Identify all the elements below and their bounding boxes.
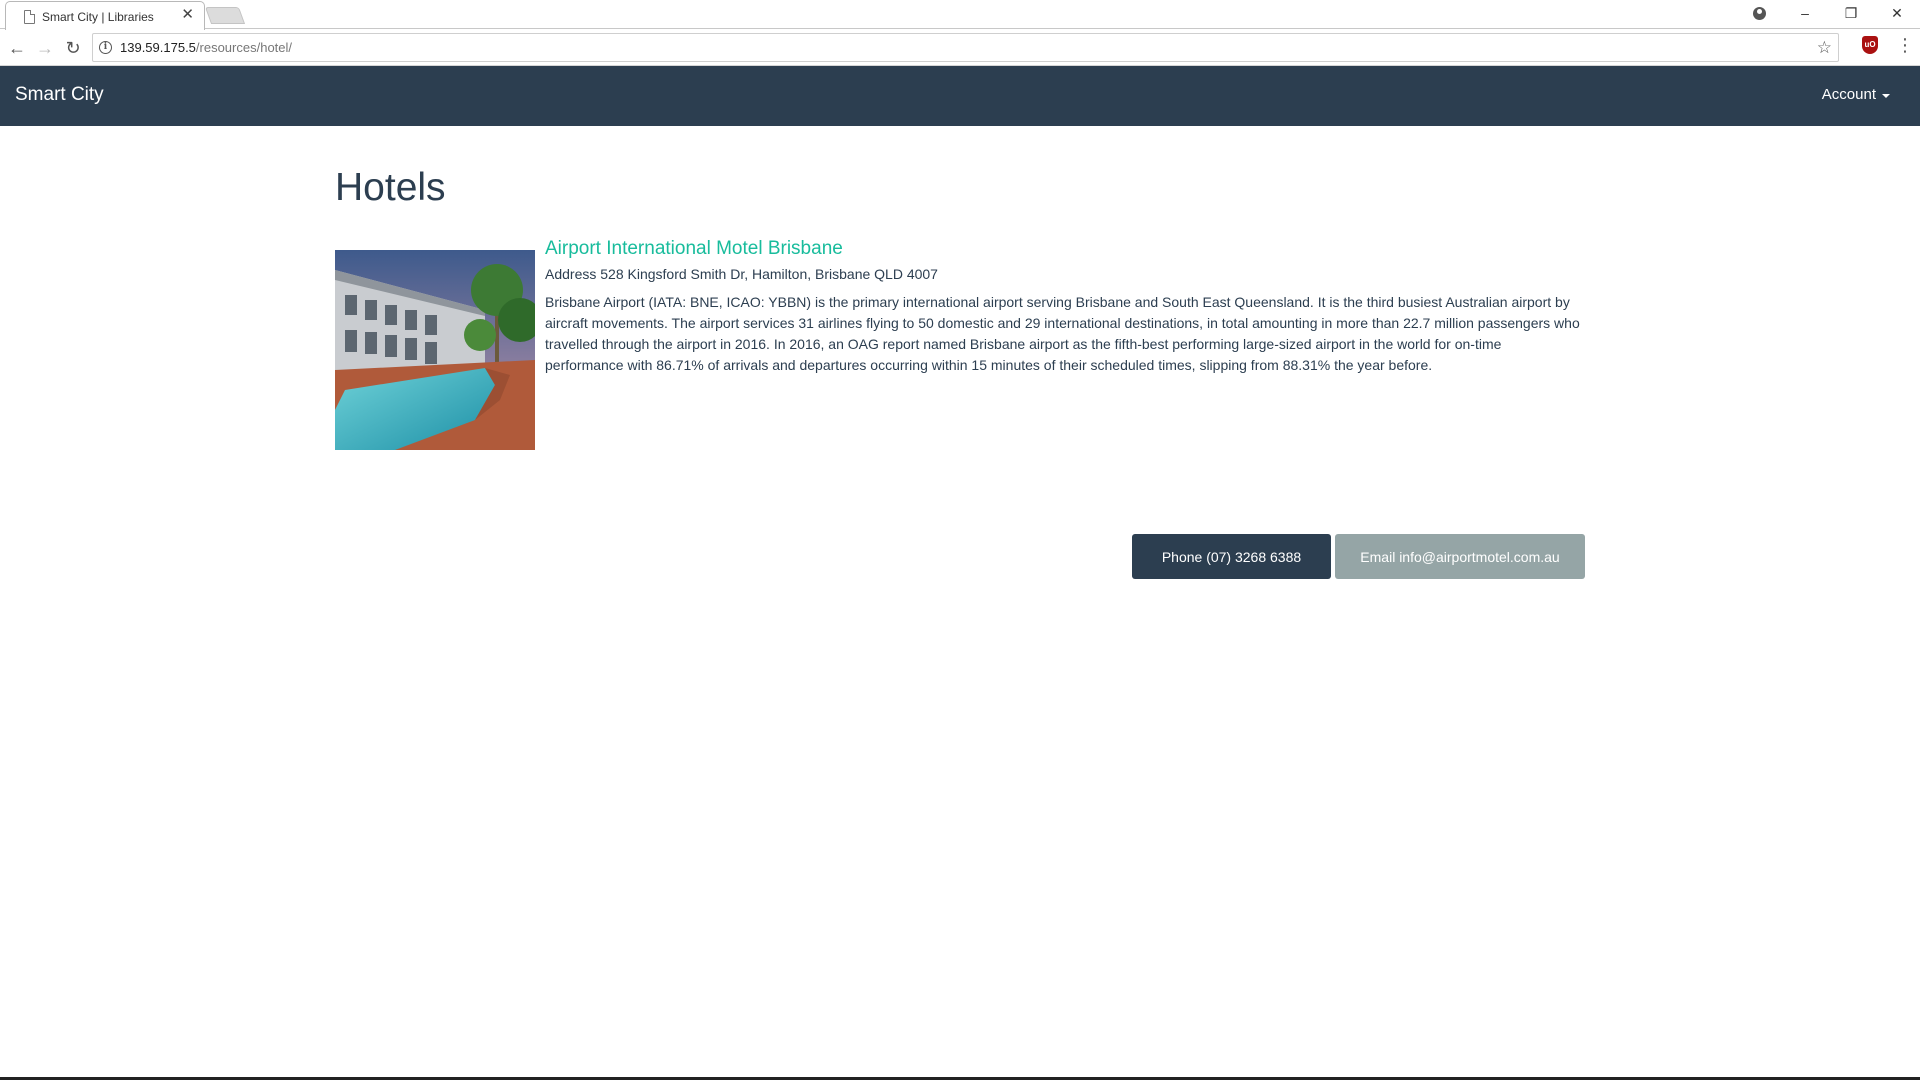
hotel-actions: Phone (07) 3268 6388 Email info@airportm… <box>1132 534 1585 579</box>
url-host: 139.59.175.5 <box>120 40 196 55</box>
hotel-card-body: Airport International Motel Brisbane Add… <box>545 236 1585 376</box>
browser-tab[interactable]: Smart City | Libraries ✕ <box>5 1 205 30</box>
caret-down-icon <box>1882 93 1890 98</box>
forward-icon[interactable]: → <box>33 36 57 60</box>
info-icon[interactable]: i <box>99 41 112 54</box>
url-path: /resources/hotel/ <box>195 40 293 55</box>
address-bar[interactable]: i 139.59.175.5/resources/hotel/ ☆ <box>92 33 1839 62</box>
profile-icon <box>1752 6 1766 20</box>
page-icon <box>24 10 35 24</box>
page-title: Hotels <box>335 166 446 209</box>
tab-title: Smart City | Libraries <box>42 10 154 24</box>
account-dropdown[interactable]: Account <box>1822 86 1890 103</box>
account-label: Account <box>1821 86 1876 103</box>
email-button[interactable]: Email info@airportmotel.com.au <box>1335 534 1585 579</box>
browser-tabstrip: Smart City | Libraries ✕ – ❐ ✕ <box>0 0 1920 30</box>
minimize-button[interactable]: – <box>1782 0 1828 26</box>
profile-button[interactable] <box>1736 0 1782 26</box>
back-icon[interactable]: ← <box>5 36 29 60</box>
restore-button[interactable]: ❐ <box>1828 0 1874 26</box>
hotel-description: Brisbane Airport (IATA: BNE, ICAO: YBBN)… <box>545 294 1580 373</box>
extension-shield-icon[interactable]: uO <box>1862 36 1878 54</box>
hotel-photo <box>335 250 535 450</box>
bookmark-star-icon[interactable]: ☆ <box>1817 38 1832 58</box>
browser-menu-icon[interactable]: ⋮ <box>1896 35 1914 55</box>
close-tab-icon[interactable]: ✕ <box>181 6 194 23</box>
new-tab-button[interactable] <box>204 7 246 24</box>
browser-toolbar: ← → ↻ i 139.59.175.5/resources/hotel/ ☆ … <box>0 30 1920 66</box>
reload-icon[interactable]: ↻ <box>61 36 85 60</box>
window-controls: – ❐ ✕ <box>1736 0 1920 26</box>
phone-button[interactable]: Phone (07) 3268 6388 <box>1132 534 1331 579</box>
hotel-address: Address 528 Kingsford Smith Dr, Hamilton… <box>545 266 938 282</box>
url-text[interactable]: 139.59.175.5/resources/hotel/ <box>120 40 292 55</box>
hotel-name-link[interactable]: Airport International Motel Brisbane <box>545 238 843 259</box>
close-window-button[interactable]: ✕ <box>1874 0 1920 26</box>
site-navbar: Smart City Account <box>0 66 1920 126</box>
brand-link[interactable]: Smart City <box>15 84 104 106</box>
